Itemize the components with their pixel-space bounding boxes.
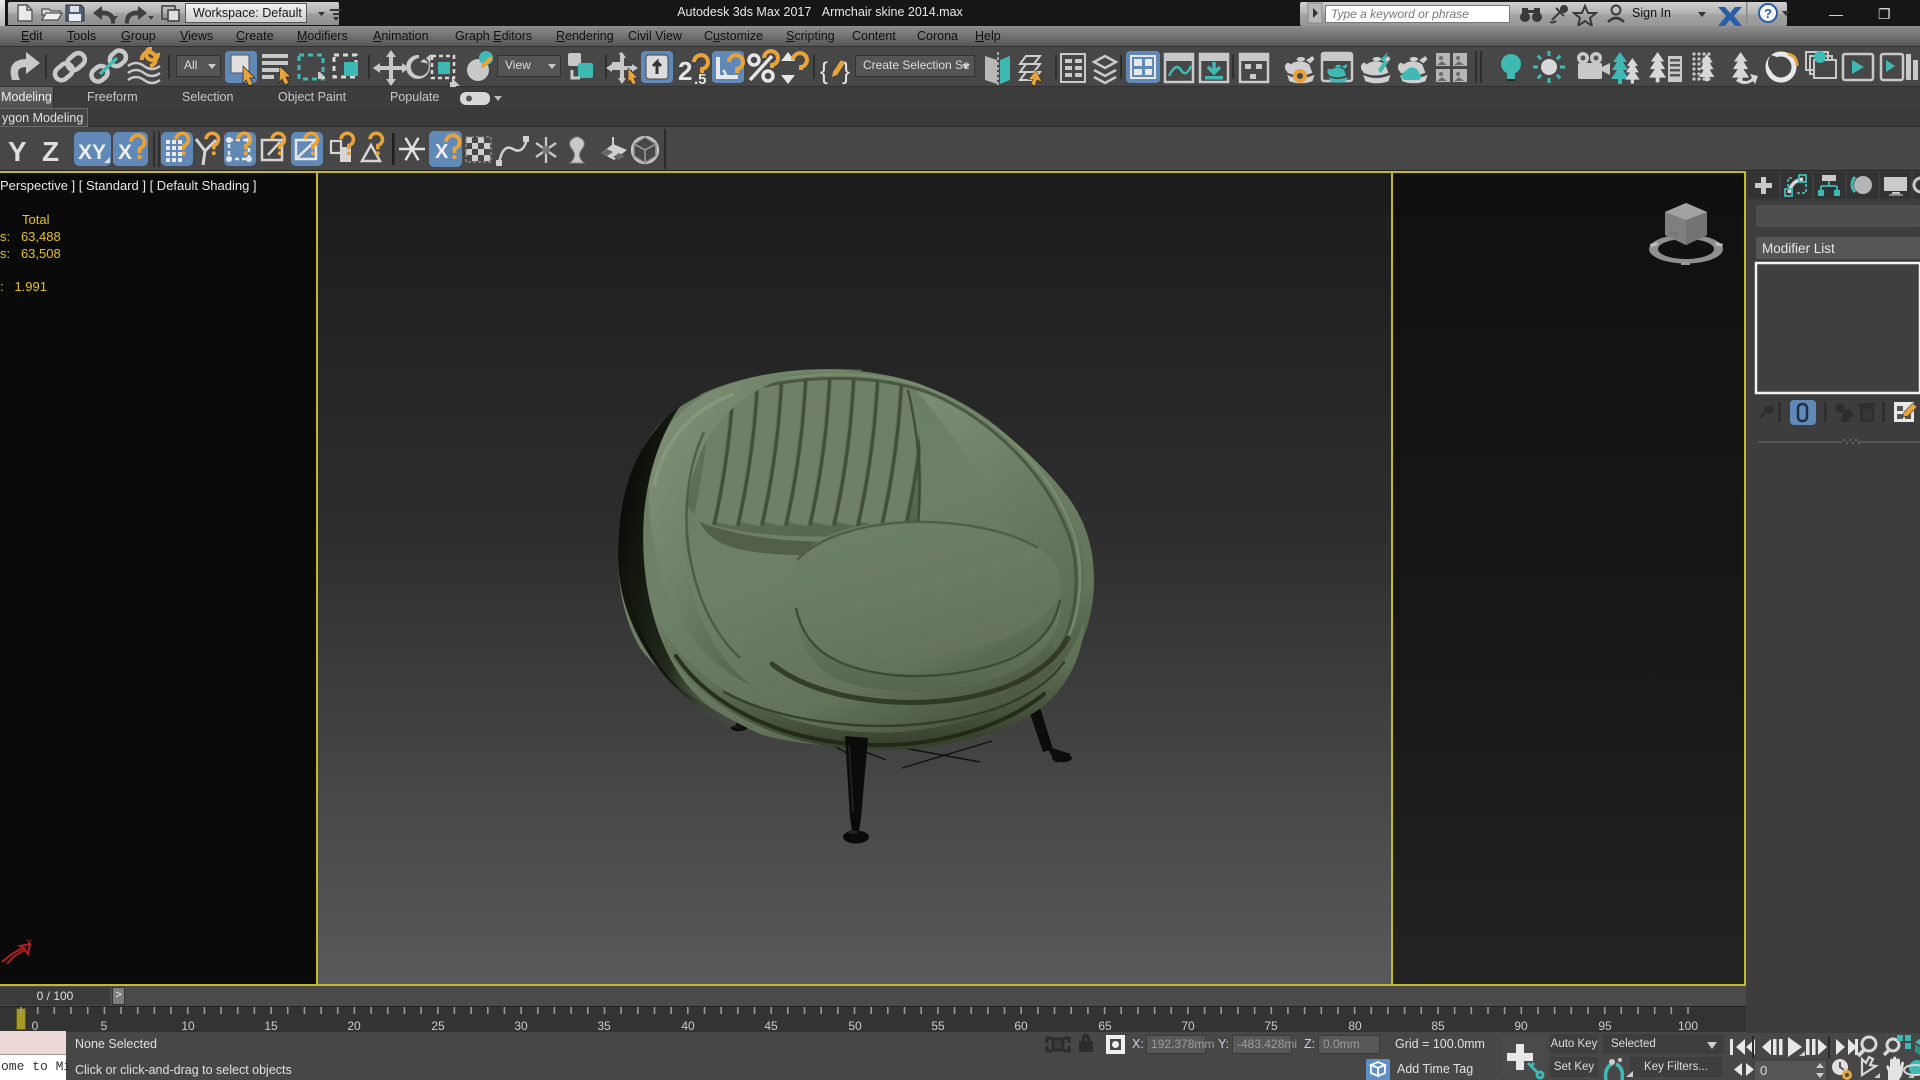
svg-text:Modifier List: Modifier List	[1762, 241, 1835, 256]
svg-text:Y: Y	[8, 136, 27, 167]
svg-text:XY: XY	[78, 141, 106, 164]
svg-text:X: X	[435, 141, 449, 163]
svg-text:0: 0	[1760, 1063, 1767, 1078]
svg-text:Z: Z	[42, 136, 59, 167]
svg-text:X: X	[118, 141, 132, 164]
svg-text:?: ?	[1764, 6, 1772, 21]
svg-text:x: x	[26, 935, 32, 949]
